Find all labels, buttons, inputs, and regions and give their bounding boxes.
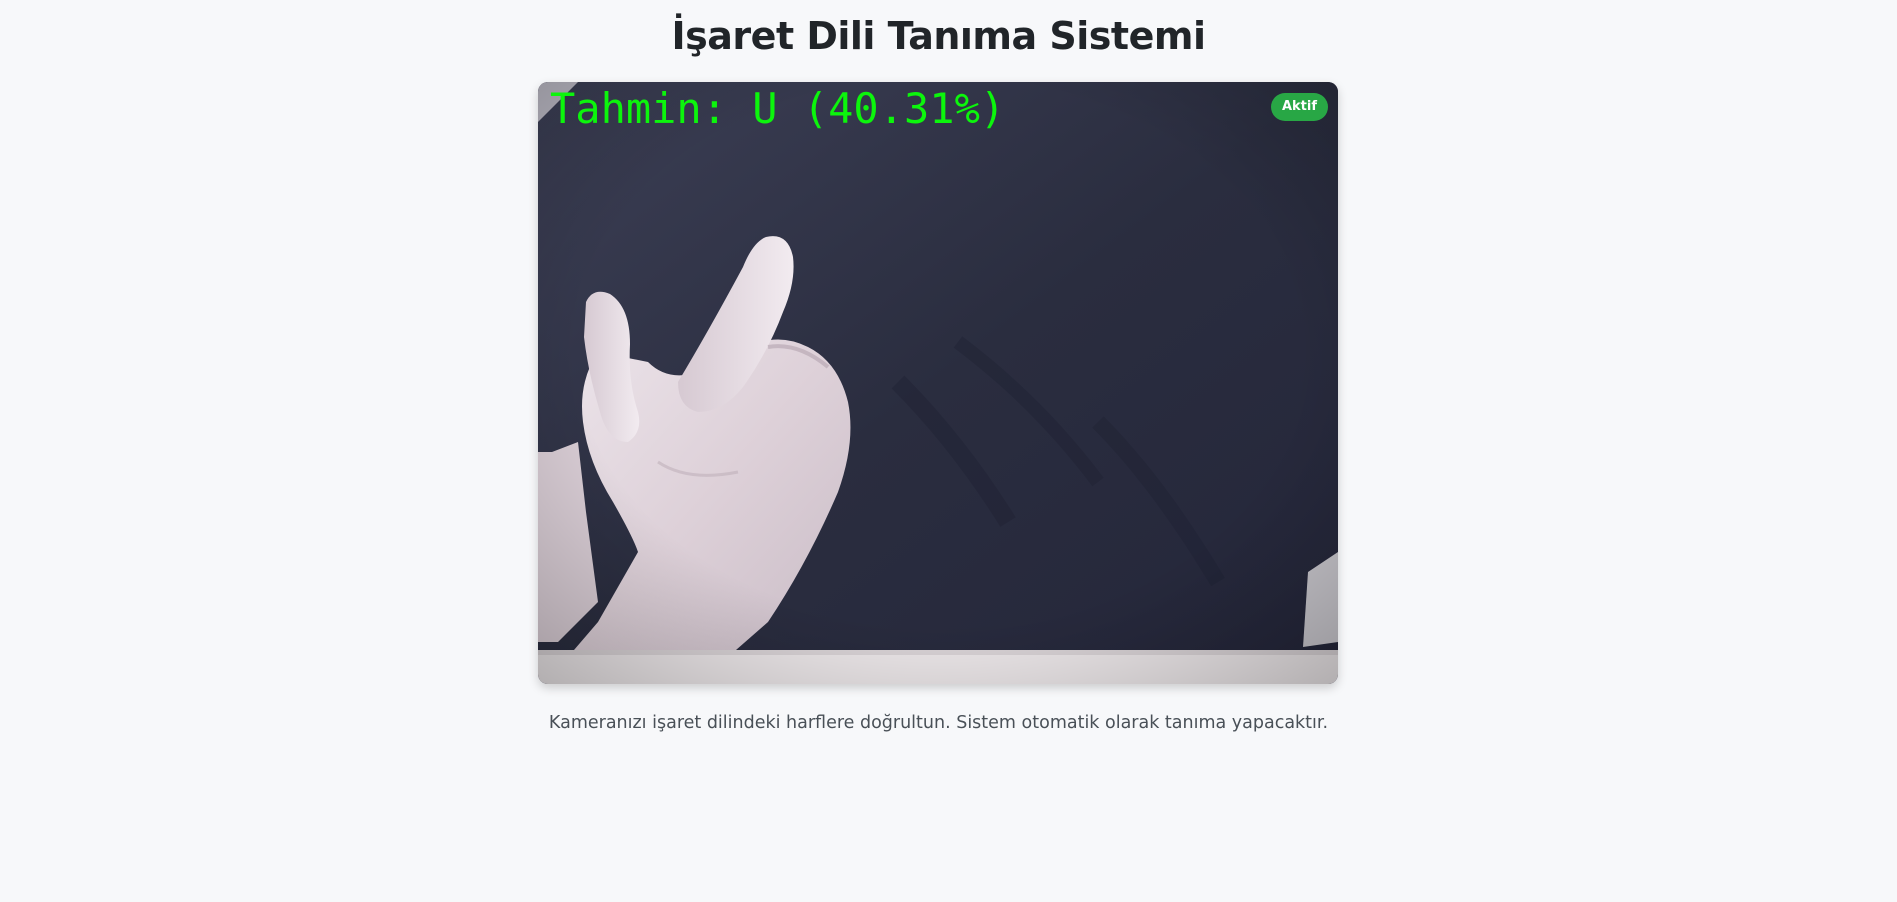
camera-feed: Tahmin: U (40.31%) Aktif [538,82,1338,684]
page-root: İşaret Dili Tanıma Sistemi Tahmin: U (40… [0,0,1897,902]
camera-frame-image [538,82,1338,684]
status-badge: Aktif [1270,93,1328,121]
prediction-overlay-text: Tahmin: U (40.31%) [550,84,1006,133]
instructions-text: Kameranızı işaret dilindeki harflere doğ… [548,713,1329,733]
page-title: İşaret Dili Tanıma Sistemi [671,14,1206,58]
